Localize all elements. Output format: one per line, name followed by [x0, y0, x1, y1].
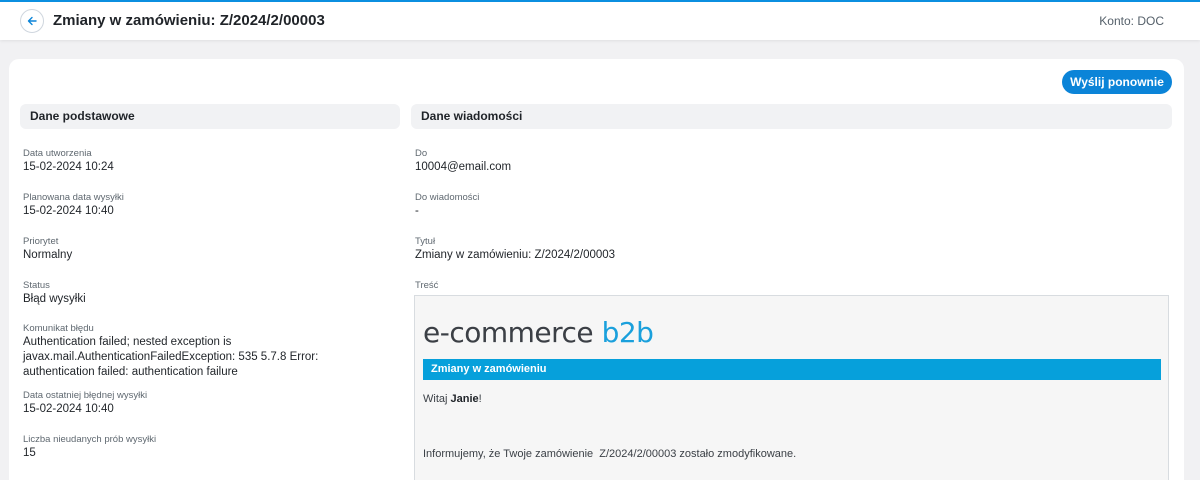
subject-label: Tytuł — [415, 236, 436, 247]
back-button[interactable] — [20, 9, 44, 33]
last-error-label: Data ostatniej błędnej wysyłki — [23, 390, 148, 401]
last-error-value: 15-02-2024 10:40 — [23, 403, 114, 415]
content-label: Treść — [415, 280, 439, 291]
status-label: Status — [23, 280, 50, 291]
cc-value: - — [415, 205, 419, 217]
email-header-bar: Zmiany w zamówieniu — [423, 359, 1161, 380]
greeting-suffix: ! — [478, 393, 482, 405]
failed-count-label: Liczba nieudanych prób wysyłki — [23, 434, 157, 445]
cc-label: Do wiadomości — [415, 192, 480, 203]
planned-label: Planowana data wysyłki — [23, 192, 124, 203]
planned-value: 15-02-2024 10:40 — [23, 205, 114, 217]
logo-accent-text: b2b — [601, 316, 654, 349]
created-label: Data utworzenia — [23, 148, 92, 159]
email-body-text: Informujemy, że Twoje zamówienie Z/2024/… — [423, 448, 797, 460]
logo-main-text: e-commerce — [423, 316, 602, 349]
greeting-name: Janie — [450, 393, 479, 405]
page-title: Zmiany w zamówieniu: Z/2024/2/00003 — [53, 12, 325, 29]
priority-label: Priorytet — [23, 236, 59, 247]
account-label: Konto: DOC — [1099, 14, 1164, 28]
arrow-left-icon — [27, 16, 37, 26]
greeting-prefix: Witaj — [423, 393, 451, 405]
top-bar: Zmiany w zamówieniu: Z/2024/2/00003 Kont… — [0, 0, 1200, 40]
email-greeting: Witaj Janie! — [423, 393, 482, 405]
error-label: Komunikat błędu — [23, 323, 94, 334]
email-preview: e-commerce b2b Zmiany w zamówieniu Witaj… — [414, 295, 1169, 480]
subject-value: Zmiany w zamówieniu: Z/2024/2/00003 — [415, 249, 616, 261]
resend-button[interactable]: Wyślij ponownie — [1062, 70, 1172, 94]
failed-count-value: 15 — [23, 447, 36, 459]
status-value: Błąd wysyłki — [23, 293, 86, 305]
section-header-message: Dane wiadomości — [411, 104, 1172, 129]
created-value: 15-02-2024 10:24 — [23, 161, 114, 173]
priority-value: Normalny — [23, 249, 73, 261]
error-value: Authentication failed; nested exception … — [23, 336, 319, 378]
to-value: 10004@email.com — [415, 161, 512, 173]
section-header-basic: Dane podstawowe — [20, 104, 400, 129]
brand-logo: e-commerce b2b — [423, 316, 654, 349]
to-label: Do — [415, 148, 428, 159]
